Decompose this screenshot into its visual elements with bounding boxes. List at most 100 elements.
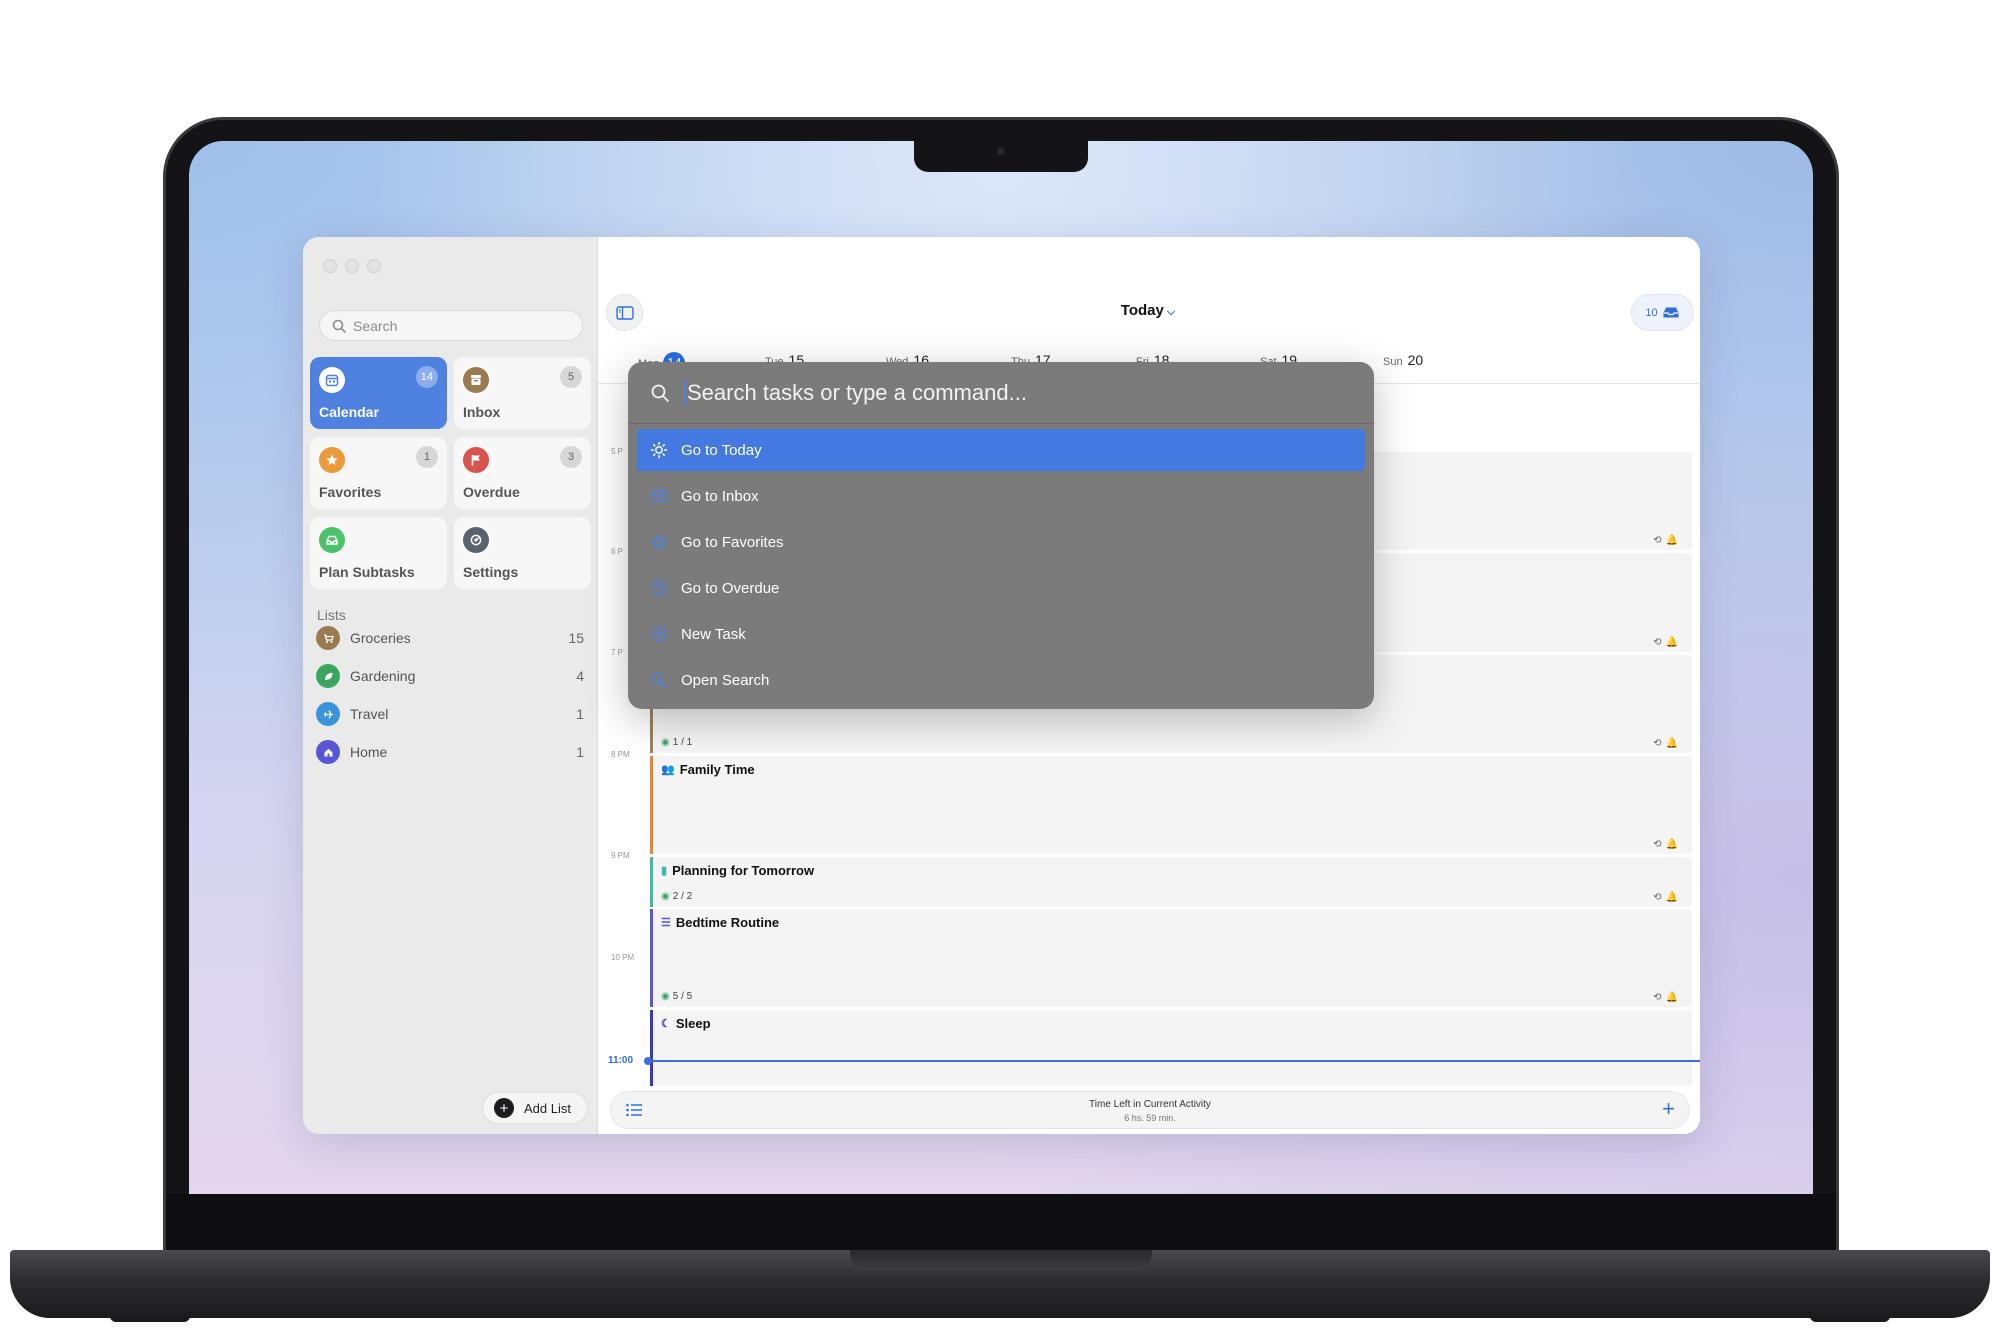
laptop-foot <box>1810 1316 1890 1322</box>
event-title: Sleep <box>675 1016 711 1031</box>
event-sleep[interactable]: ☾ Sleep <box>650 1010 1692 1086</box>
tile-overdue[interactable]: 3 Overdue <box>454 437 591 509</box>
date-picker-button[interactable]: Today ⌵ <box>1078 302 1218 319</box>
envelope-icon <box>649 486 669 506</box>
list-item-gardening[interactable]: Gardening 4 <box>316 661 584 691</box>
plus-icon: + <box>1662 1096 1675 1121</box>
search-icon <box>649 670 669 690</box>
day-header[interactable]: Sun 20 <box>1383 352 1423 368</box>
plus-circle-icon <box>649 624 669 644</box>
lists-heading: Lists <box>317 607 346 623</box>
tile-label: Calendar <box>319 404 379 420</box>
tile-count: 1 <box>416 446 438 468</box>
command-open-search[interactable]: Open Search <box>637 659 1365 701</box>
command-go-to-inbox[interactable]: Go to Inbox <box>637 475 1365 517</box>
close-window-button[interactable] <box>323 259 337 273</box>
repeat-bell-icons: ⟲🔔 <box>1653 738 1682 749</box>
laptop-foot <box>110 1316 190 1322</box>
repeat-bell-icons: ⟲🔔 <box>1653 992 1682 1003</box>
list-count: 1 <box>576 744 584 760</box>
list-name: Gardening <box>350 668 416 684</box>
hour-label: 9 PM <box>611 851 630 860</box>
command-go-to-overdue[interactable]: Go to Overdue <box>637 567 1365 609</box>
tile-label: Overdue <box>463 484 520 500</box>
command-go-to-favorites[interactable]: Go to Favorites <box>637 521 1365 563</box>
event-title: Family Time <box>679 762 755 777</box>
command-label: Open Search <box>681 671 770 689</box>
day-date: 20 <box>1407 352 1424 368</box>
current-time-dot <box>644 1057 652 1065</box>
list-name: Home <box>350 744 388 760</box>
device-mockup: Search 14 Calendar 5 Inbox 1 Favorites 3… <box>0 0 2000 1333</box>
check-circle-icon: ◉ <box>661 991 670 1002</box>
tile-inbox[interactable]: 5 Inbox <box>454 357 591 429</box>
add-task-button[interactable]: + <box>1662 1098 1675 1120</box>
list-count: 4 <box>576 668 584 684</box>
text-cursor <box>684 379 686 406</box>
subtask-progress: ◉ 2 / 2 <box>661 891 693 902</box>
sun-icon <box>649 440 669 460</box>
tile-calendar[interactable]: 14 Calendar <box>310 357 447 429</box>
add-list-button[interactable]: + Add List <box>482 1092 588 1124</box>
event-planning-for-tomorrow[interactable]: ▮ Planning for Tomorrow ◉ 2 / 2 ⟲🔔 <box>650 857 1692 907</box>
hour-label: 10 PM <box>611 953 635 962</box>
base-notch <box>850 1250 1152 1270</box>
list-name: Travel <box>350 706 389 722</box>
sidebar-search-input[interactable]: Search <box>319 310 583 341</box>
time-left-label: Time Left in Current Activity <box>1089 1099 1211 1110</box>
command-label: Go to Inbox <box>681 487 759 505</box>
current-time-label: 11:00 <box>608 1055 634 1066</box>
event-family-time[interactable]: 👥 Family Time ⟲🔔 <box>650 756 1692 854</box>
list-name: Groceries <box>350 630 411 646</box>
subtask-progress: ◉ 1 / 1 <box>661 737 693 748</box>
list-item-groceries[interactable]: Groceries 15 <box>316 623 584 653</box>
list-item-home[interactable]: Home 1 <box>316 737 584 767</box>
star-icon <box>319 447 345 473</box>
star-icon <box>649 532 669 552</box>
leaf-icon <box>316 664 340 688</box>
laptop-chin <box>166 1194 1836 1250</box>
event-title: Planning for Tomorrow <box>672 863 815 878</box>
search-icon <box>332 319 346 333</box>
zoom-window-button[interactable] <box>367 259 381 273</box>
activity-bar: Time Left in Current Activity 6 hs. 59 m… <box>610 1091 1690 1129</box>
check-circle-icon: ◉ <box>661 737 670 748</box>
time-left-value: 6 hs. 59 min. <box>1124 1113 1176 1123</box>
check-circle-icon: ◉ <box>661 891 670 902</box>
hour-label: 7 P <box>611 648 624 657</box>
repeat-bell-icons: ⟲🔔 <box>1653 892 1682 903</box>
house-icon <box>316 740 340 764</box>
tile-count: 5 <box>560 366 582 388</box>
tile-label: Plan Subtasks <box>319 564 415 580</box>
event-bedtime-routine[interactable]: ☰ Bedtime Routine ◉ 5 / 5 ⟲🔔 <box>650 909 1692 1007</box>
command-search-input[interactable]: Search tasks or type a command... <box>628 362 1374 424</box>
minimize-window-button[interactable] <box>345 259 359 273</box>
repeat-bell-icons: ⟲🔔 <box>1653 839 1682 850</box>
sidebar-toggle-button[interactable] <box>606 294 643 331</box>
command-new-task[interactable]: New Task <box>637 613 1365 655</box>
tile-label: Settings <box>463 564 519 580</box>
command-label: New Task <box>681 625 746 643</box>
tile-favorites[interactable]: 1 Favorites <box>310 437 447 509</box>
plus-icon: + <box>494 1098 514 1118</box>
tile-count: 14 <box>415 366 438 388</box>
command-label: Go to Favorites <box>681 533 784 551</box>
tile-settings[interactable]: Settings <box>454 517 591 589</box>
sidebar-icon <box>615 305 634 320</box>
cart-icon <box>316 626 340 650</box>
list-item-travel[interactable]: Travel 1 <box>316 699 584 729</box>
day-of-week: Sun <box>1383 356 1403 368</box>
inbox-icon <box>463 367 489 393</box>
people-icon: 👥 <box>661 764 675 776</box>
command-go-to-today[interactable]: Go to Today <box>637 429 1365 471</box>
clock-icon <box>649 578 669 598</box>
flag-icon <box>463 447 489 473</box>
add-list-label: Add List <box>524 1100 571 1116</box>
tray-icon <box>1663 307 1679 318</box>
inbox-pill-button[interactable]: 10 <box>1631 294 1694 331</box>
gear-icon <box>463 527 489 553</box>
camera-icon <box>997 147 1005 155</box>
tray-icon <box>319 527 345 553</box>
current-time-line <box>648 1060 1700 1062</box>
tile-plan-subtasks[interactable]: Plan Subtasks <box>310 517 447 589</box>
